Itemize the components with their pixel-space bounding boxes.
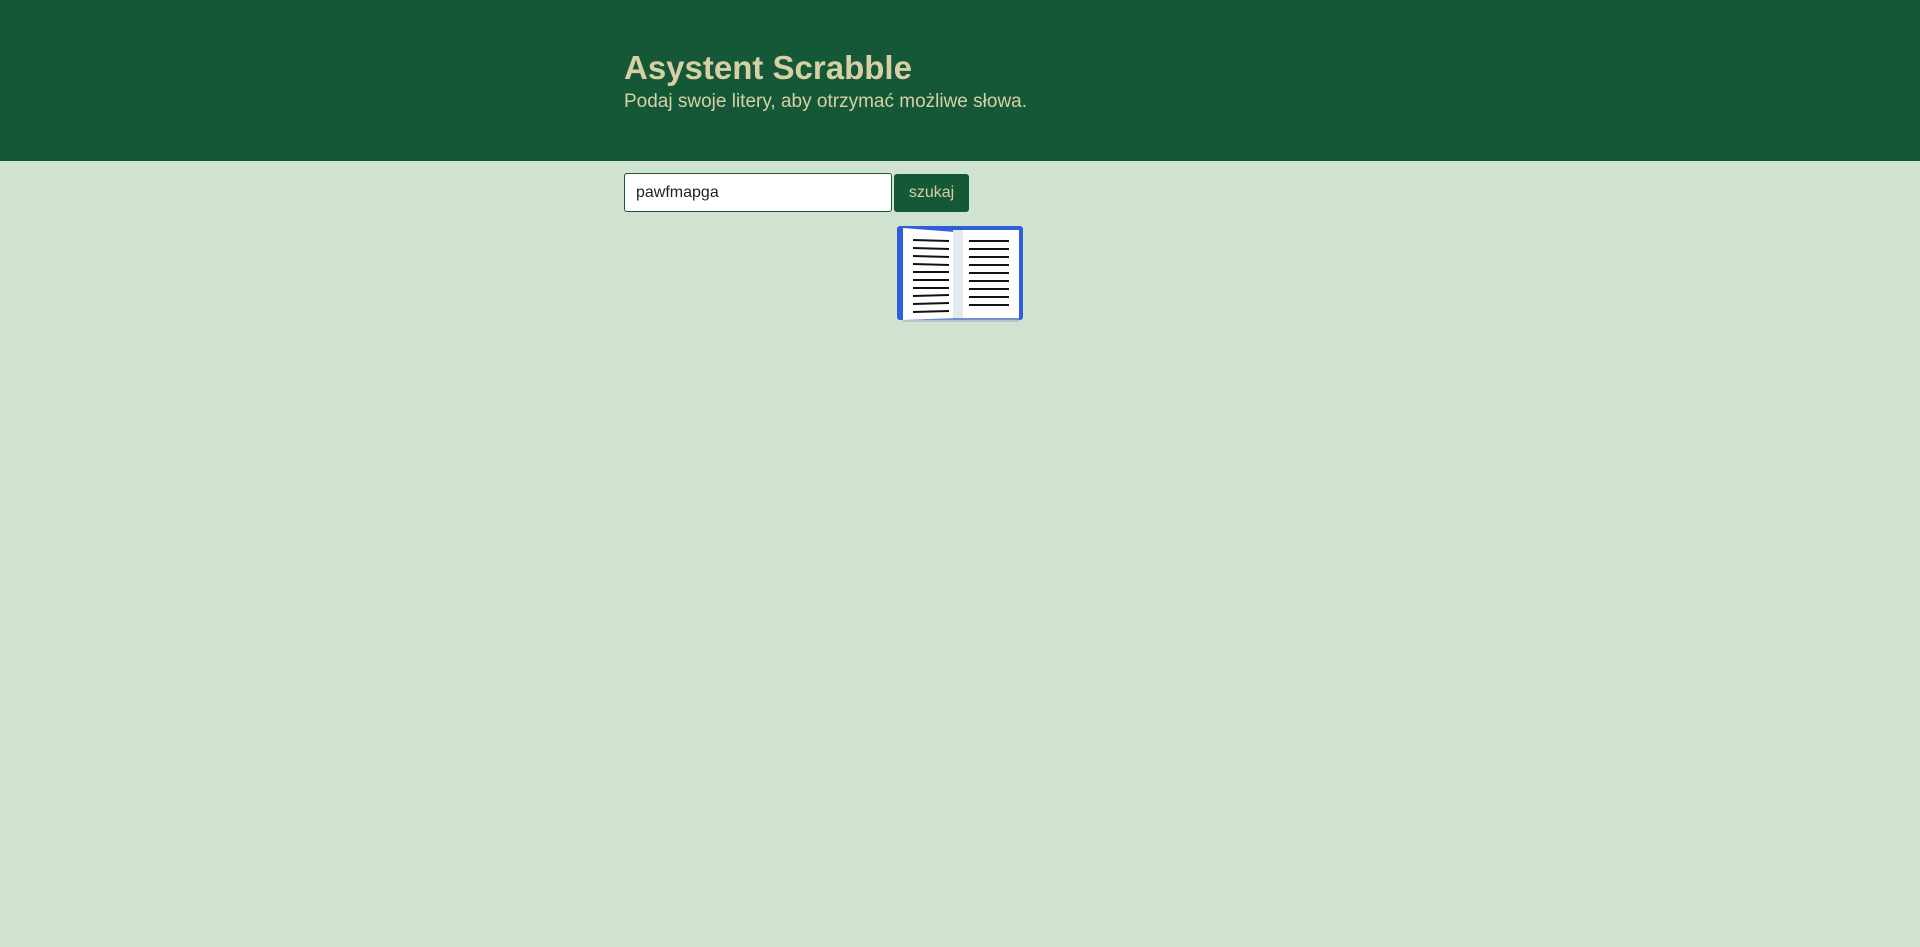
page-subtitle: Podaj swoje litery, aby otrzymać możliwe… (624, 91, 1028, 112)
page-header: Asystent Scrabble Podaj swoje litery, ab… (0, 0, 1920, 161)
page-title: Asystent Scrabble (624, 49, 912, 86)
letters-input[interactable] (624, 173, 892, 212)
open-book-icon (897, 226, 1023, 322)
search-button[interactable]: szukaj (894, 174, 969, 212)
